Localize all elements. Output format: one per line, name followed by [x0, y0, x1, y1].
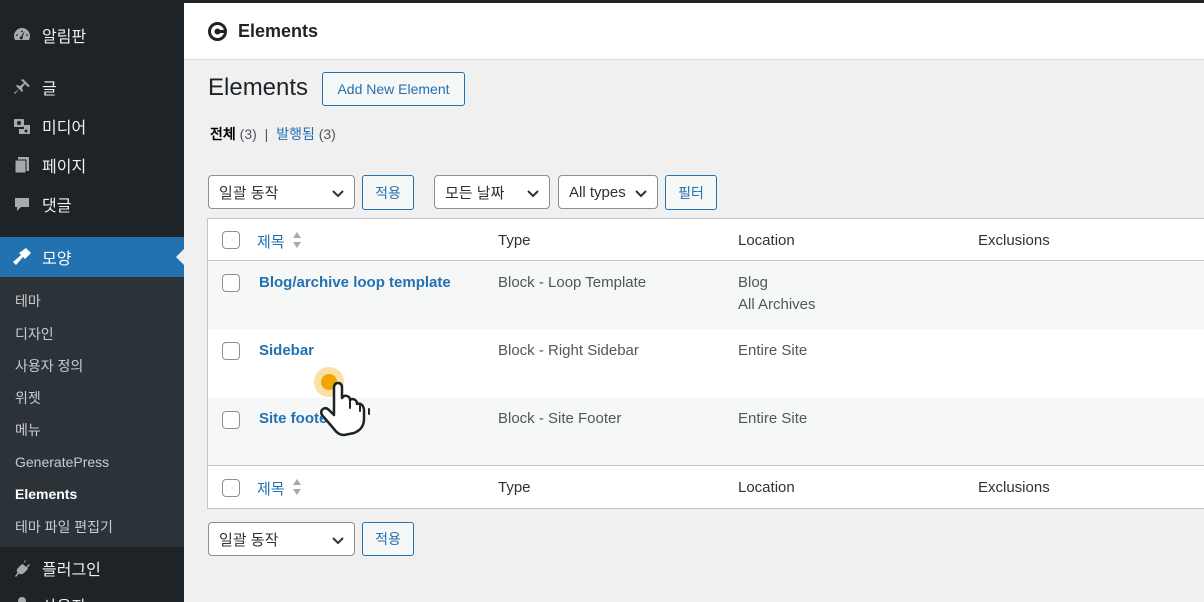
column-type: Type: [498, 232, 531, 249]
view-published-link[interactable]: 발행됨: [276, 126, 315, 142]
sidebar-item-label: 알림판: [42, 29, 87, 46]
page-title: Elements: [208, 74, 309, 101]
chevron-down-icon: [332, 537, 344, 545]
sidebar-item-dashboard[interactable]: 알림판: [0, 15, 184, 55]
dashboard-icon: [11, 24, 33, 46]
chevron-down-icon: [527, 190, 539, 198]
column-title-sort[interactable]: 제목: [257, 231, 285, 252]
sidebar-item-label: 글: [42, 81, 57, 98]
appearance-icon: [11, 246, 33, 268]
submenu-item-theme-file-editor[interactable]: 테마 파일 편집기: [15, 517, 113, 537]
type-filter-selected: All types: [569, 183, 626, 201]
bulk-action-selected: 일괄 동작: [219, 184, 279, 202]
sort-arrows-icon[interactable]: [292, 478, 302, 496]
type-filter-select[interactable]: All types: [558, 175, 658, 209]
users-icon: [11, 594, 33, 602]
sidebar-item-plugins[interactable]: 플러그인: [0, 548, 184, 588]
sidebar-item-users[interactable]: 사용자: [0, 585, 184, 602]
sidebar-item-label: 미디어: [42, 120, 87, 137]
date-filter-selected: 모든 날짜: [445, 184, 505, 202]
row-checkbox[interactable]: [222, 342, 240, 360]
chevron-down-icon: [332, 190, 344, 198]
submenu-item-customize[interactable]: 사용자 정의: [15, 356, 83, 376]
sidebar-item-label: 사용자: [42, 593, 86, 602]
chevron-down-icon: [635, 190, 647, 198]
sidebar-item-label: 플러그인: [42, 562, 101, 579]
filter-button[interactable]: 필터: [665, 175, 717, 210]
apply-button-bottom[interactable]: 적용: [362, 522, 414, 556]
row-checkbox[interactable]: [222, 274, 240, 292]
add-new-element-button[interactable]: Add New Element: [322, 72, 465, 106]
sidebar-item-appearance[interactable]: 모양: [0, 237, 184, 277]
admin-sidebar: 알림판 글 미디어 페이지 댓글 모양 테마 디자인 사용자 정의 위젯 메뉴 …: [0, 0, 184, 602]
sidebar-item-posts[interactable]: 글: [0, 67, 184, 107]
pin-icon: [11, 76, 33, 98]
row-location: Blog: [738, 274, 769, 291]
column-location: Location: [738, 479, 795, 496]
row-title-link[interactable]: Blog/archive loop template: [259, 274, 451, 291]
bulk-action-select-bottom[interactable]: 일괄 동작: [208, 522, 355, 556]
view-all-count: (3): [239, 126, 257, 142]
table-footer-row: 제목 Type Location Exclusions: [208, 467, 1204, 509]
sidebar-item-comments[interactable]: 댓글: [0, 184, 184, 224]
view-published-count: (3): [318, 126, 336, 142]
row-location: All Archives: [738, 296, 816, 313]
comments-icon: [11, 193, 33, 215]
media-icon: [11, 115, 33, 137]
row-type: Block - Right Sidebar: [498, 342, 639, 359]
view-all-label[interactable]: 전체: [210, 126, 236, 142]
pages-icon: [11, 154, 33, 176]
submenu-item-widgets[interactable]: 위젯: [15, 388, 41, 408]
submenu-item-design[interactable]: 디자인: [15, 324, 54, 344]
sidebar-item-label: 페이지: [42, 159, 87, 176]
column-exclusions: Exclusions: [978, 479, 1050, 496]
views-filter: 전체 (3) | 발행됨 (3): [210, 124, 336, 144]
column-type: Type: [498, 479, 531, 496]
bulk-action-select[interactable]: 일괄 동작: [208, 175, 355, 209]
sidebar-item-media[interactable]: 미디어: [0, 106, 184, 146]
pointer-hand-cursor-icon: [314, 367, 370, 437]
row-type: Block - Site Footer: [498, 410, 622, 427]
row-type: Block - Loop Template: [498, 274, 647, 291]
select-all-checkbox[interactable]: [222, 231, 240, 249]
submenu-item-elements[interactable]: Elements: [15, 486, 77, 502]
column-location: Location: [738, 232, 795, 249]
table-header-row: 제목 Type Location Exclusions: [208, 219, 1204, 261]
apply-button[interactable]: 적용: [362, 175, 414, 210]
submenu-item-generatepress[interactable]: GeneratePress: [15, 454, 109, 470]
select-all-checkbox[interactable]: [222, 479, 240, 497]
views-separator: |: [264, 126, 269, 142]
table-row: Blog/archive loop template Block - Loop …: [208, 261, 1204, 329]
generatepress-logo-icon: [206, 20, 228, 42]
date-filter-select[interactable]: 모든 날짜: [434, 175, 550, 209]
row-location: Entire Site: [738, 410, 808, 427]
row-location: Entire Site: [738, 342, 808, 359]
column-exclusions: Exclusions: [978, 232, 1050, 249]
sidebar-item-pages[interactable]: 페이지: [0, 145, 184, 185]
sidebar-item-label: 모양: [42, 251, 72, 268]
column-title-sort[interactable]: 제목: [257, 478, 285, 499]
sort-arrows-icon[interactable]: [292, 231, 302, 249]
sidebar-item-label: 댓글: [42, 198, 72, 215]
submenu-item-themes[interactable]: 테마: [15, 291, 41, 311]
submenu-item-menus[interactable]: 메뉴: [15, 420, 41, 440]
elements-table: 제목 Type Location Exclusions Blog/archive…: [207, 218, 1204, 509]
appearance-submenu: 테마 디자인 사용자 정의 위젯 메뉴 GeneratePress Elemen…: [0, 277, 184, 547]
page-header-bar: Elements: [184, 3, 1204, 60]
header-title: Elements: [238, 20, 319, 41]
row-checkbox[interactable]: [222, 411, 240, 429]
row-title-link[interactable]: Sidebar: [259, 342, 314, 359]
bulk-action-selected: 일괄 동작: [219, 531, 279, 549]
plugins-icon: [11, 557, 33, 579]
